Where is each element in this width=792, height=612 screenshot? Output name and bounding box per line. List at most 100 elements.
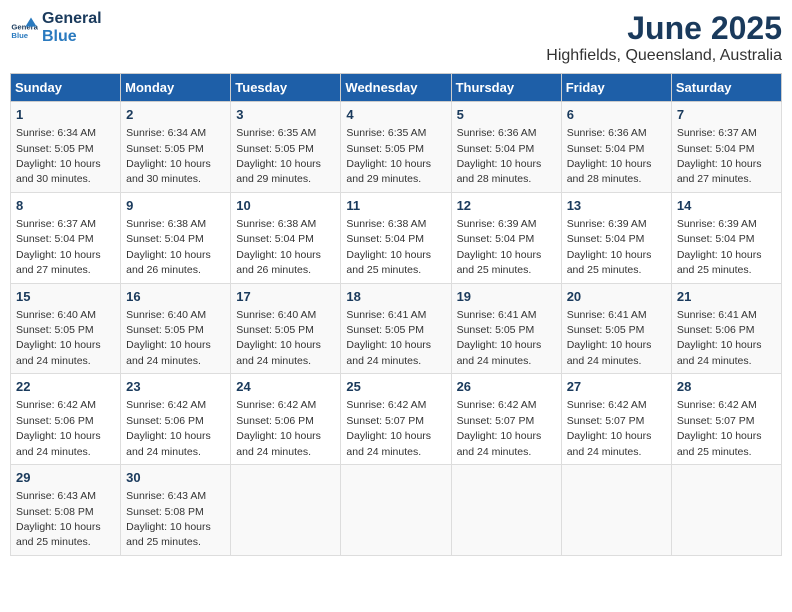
day-number: 19	[457, 288, 556, 306]
day-detail: Sunrise: 6:38 AMSunset: 5:04 PMDaylight:…	[236, 218, 321, 276]
day-detail: Sunrise: 6:39 AMSunset: 5:04 PMDaylight:…	[457, 218, 542, 276]
day-number: 26	[457, 378, 556, 396]
day-detail: Sunrise: 6:42 AMSunset: 5:06 PMDaylight:…	[126, 399, 211, 457]
header-sunday: Sunday	[11, 74, 121, 102]
table-row: 12 Sunrise: 6:39 AMSunset: 5:04 PMDaylig…	[451, 192, 561, 283]
day-number: 3	[236, 106, 335, 124]
day-number: 16	[126, 288, 225, 306]
day-detail: Sunrise: 6:42 AMSunset: 5:07 PMDaylight:…	[567, 399, 652, 457]
table-row: 4 Sunrise: 6:35 AMSunset: 5:05 PMDayligh…	[341, 102, 451, 193]
day-number: 18	[346, 288, 445, 306]
header-row: Sunday Monday Tuesday Wednesday Thursday…	[11, 74, 782, 102]
day-detail: Sunrise: 6:40 AMSunset: 5:05 PMDaylight:…	[236, 309, 321, 367]
table-row: 10 Sunrise: 6:38 AMSunset: 5:04 PMDaylig…	[231, 192, 341, 283]
day-number: 5	[457, 106, 556, 124]
month-title: June 2025	[546, 10, 782, 47]
table-row: 16 Sunrise: 6:40 AMSunset: 5:05 PMDaylig…	[121, 283, 231, 374]
table-row: 17 Sunrise: 6:40 AMSunset: 5:05 PMDaylig…	[231, 283, 341, 374]
day-detail: Sunrise: 6:41 AMSunset: 5:05 PMDaylight:…	[457, 309, 542, 367]
day-number: 7	[677, 106, 776, 124]
day-detail: Sunrise: 6:42 AMSunset: 5:07 PMDaylight:…	[677, 399, 762, 457]
day-detail: Sunrise: 6:39 AMSunset: 5:04 PMDaylight:…	[677, 218, 762, 276]
table-row: 20 Sunrise: 6:41 AMSunset: 5:05 PMDaylig…	[561, 283, 671, 374]
table-row: 1 Sunrise: 6:34 AMSunset: 5:05 PMDayligh…	[11, 102, 121, 193]
empty-cell	[451, 465, 561, 556]
empty-cell	[671, 465, 781, 556]
day-detail: Sunrise: 6:41 AMSunset: 5:06 PMDaylight:…	[677, 309, 762, 367]
calendar-week: 29 Sunrise: 6:43 AMSunset: 5:08 PMDaylig…	[11, 465, 782, 556]
day-detail: Sunrise: 6:36 AMSunset: 5:04 PMDaylight:…	[457, 127, 542, 185]
table-row: 24 Sunrise: 6:42 AMSunset: 5:06 PMDaylig…	[231, 374, 341, 465]
day-detail: Sunrise: 6:42 AMSunset: 5:07 PMDaylight:…	[346, 399, 431, 457]
table-row: 21 Sunrise: 6:41 AMSunset: 5:06 PMDaylig…	[671, 283, 781, 374]
day-detail: Sunrise: 6:42 AMSunset: 5:06 PMDaylight:…	[236, 399, 321, 457]
day-number: 27	[567, 378, 666, 396]
table-row: 27 Sunrise: 6:42 AMSunset: 5:07 PMDaylig…	[561, 374, 671, 465]
day-number: 10	[236, 197, 335, 215]
table-row: 3 Sunrise: 6:35 AMSunset: 5:05 PMDayligh…	[231, 102, 341, 193]
table-row: 25 Sunrise: 6:42 AMSunset: 5:07 PMDaylig…	[341, 374, 451, 465]
table-row: 13 Sunrise: 6:39 AMSunset: 5:04 PMDaylig…	[561, 192, 671, 283]
day-detail: Sunrise: 6:40 AMSunset: 5:05 PMDaylight:…	[16, 309, 101, 367]
day-detail: Sunrise: 6:43 AMSunset: 5:08 PMDaylight:…	[126, 490, 211, 548]
day-detail: Sunrise: 6:38 AMSunset: 5:04 PMDaylight:…	[126, 218, 211, 276]
day-detail: Sunrise: 6:42 AMSunset: 5:06 PMDaylight:…	[16, 399, 101, 457]
table-row: 14 Sunrise: 6:39 AMSunset: 5:04 PMDaylig…	[671, 192, 781, 283]
day-detail: Sunrise: 6:36 AMSunset: 5:04 PMDaylight:…	[567, 127, 652, 185]
header-tuesday: Tuesday	[231, 74, 341, 102]
day-number: 13	[567, 197, 666, 215]
empty-cell	[561, 465, 671, 556]
day-number: 28	[677, 378, 776, 396]
page-header: General Blue General Blue June 2025 High…	[10, 10, 782, 65]
svg-text:Blue: Blue	[11, 31, 28, 40]
day-number: 25	[346, 378, 445, 396]
day-detail: Sunrise: 6:40 AMSunset: 5:05 PMDaylight:…	[126, 309, 211, 367]
day-number: 21	[677, 288, 776, 306]
table-row: 22 Sunrise: 6:42 AMSunset: 5:06 PMDaylig…	[11, 374, 121, 465]
header-monday: Monday	[121, 74, 231, 102]
table-row: 26 Sunrise: 6:42 AMSunset: 5:07 PMDaylig…	[451, 374, 561, 465]
table-row: 9 Sunrise: 6:38 AMSunset: 5:04 PMDayligh…	[121, 192, 231, 283]
table-row: 2 Sunrise: 6:34 AMSunset: 5:05 PMDayligh…	[121, 102, 231, 193]
day-detail: Sunrise: 6:41 AMSunset: 5:05 PMDaylight:…	[346, 309, 431, 367]
day-number: 8	[16, 197, 115, 215]
day-detail: Sunrise: 6:35 AMSunset: 5:05 PMDaylight:…	[236, 127, 321, 185]
header-saturday: Saturday	[671, 74, 781, 102]
day-number: 12	[457, 197, 556, 215]
day-number: 9	[126, 197, 225, 215]
day-number: 14	[677, 197, 776, 215]
header-wednesday: Wednesday	[341, 74, 451, 102]
day-detail: Sunrise: 6:43 AMSunset: 5:08 PMDaylight:…	[16, 490, 101, 548]
calendar-week: 8 Sunrise: 6:37 AMSunset: 5:04 PMDayligh…	[11, 192, 782, 283]
logo-icon: General Blue	[10, 14, 38, 42]
day-number: 23	[126, 378, 225, 396]
calendar-week: 22 Sunrise: 6:42 AMSunset: 5:06 PMDaylig…	[11, 374, 782, 465]
day-detail: Sunrise: 6:39 AMSunset: 5:04 PMDaylight:…	[567, 218, 652, 276]
day-number: 1	[16, 106, 115, 124]
day-detail: Sunrise: 6:42 AMSunset: 5:07 PMDaylight:…	[457, 399, 542, 457]
table-row: 29 Sunrise: 6:43 AMSunset: 5:08 PMDaylig…	[11, 465, 121, 556]
header-friday: Friday	[561, 74, 671, 102]
day-detail: Sunrise: 6:38 AMSunset: 5:04 PMDaylight:…	[346, 218, 431, 276]
calendar-week: 1 Sunrise: 6:34 AMSunset: 5:05 PMDayligh…	[11, 102, 782, 193]
day-detail: Sunrise: 6:41 AMSunset: 5:05 PMDaylight:…	[567, 309, 652, 367]
calendar-table: Sunday Monday Tuesday Wednesday Thursday…	[10, 73, 782, 556]
table-row: 28 Sunrise: 6:42 AMSunset: 5:07 PMDaylig…	[671, 374, 781, 465]
day-detail: Sunrise: 6:37 AMSunset: 5:04 PMDaylight:…	[677, 127, 762, 185]
empty-cell	[231, 465, 341, 556]
table-row: 23 Sunrise: 6:42 AMSunset: 5:06 PMDaylig…	[121, 374, 231, 465]
day-detail: Sunrise: 6:37 AMSunset: 5:04 PMDaylight:…	[16, 218, 101, 276]
table-row: 6 Sunrise: 6:36 AMSunset: 5:04 PMDayligh…	[561, 102, 671, 193]
day-number: 2	[126, 106, 225, 124]
day-number: 24	[236, 378, 335, 396]
table-row: 7 Sunrise: 6:37 AMSunset: 5:04 PMDayligh…	[671, 102, 781, 193]
day-number: 17	[236, 288, 335, 306]
day-number: 20	[567, 288, 666, 306]
day-detail: Sunrise: 6:35 AMSunset: 5:05 PMDaylight:…	[346, 127, 431, 185]
table-row: 8 Sunrise: 6:37 AMSunset: 5:04 PMDayligh…	[11, 192, 121, 283]
empty-cell	[341, 465, 451, 556]
day-number: 22	[16, 378, 115, 396]
subtitle: Highfields, Queensland, Australia	[546, 47, 782, 65]
day-number: 15	[16, 288, 115, 306]
day-detail: Sunrise: 6:34 AMSunset: 5:05 PMDaylight:…	[16, 127, 101, 185]
